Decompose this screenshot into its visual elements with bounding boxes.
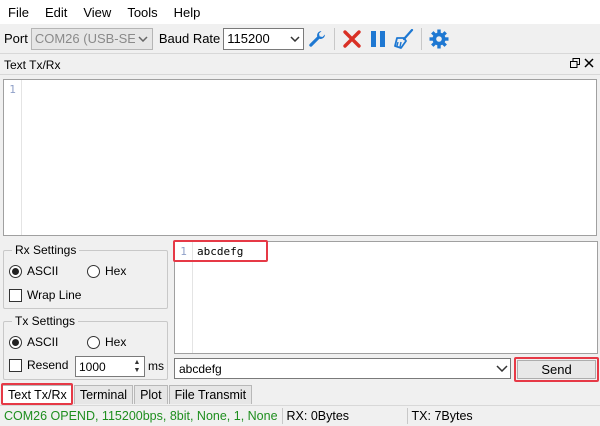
rx-settings-group: Rx Settings ASCII Hex Wrap Line <box>3 243 168 309</box>
chevron-down-icon <box>286 28 304 49</box>
status-bar: COM26 OPEND, 115200bps, 8bit, None, 1, N… <box>0 405 600 426</box>
float-panel-icon[interactable] <box>570 57 580 71</box>
baud-label: Baud Rate <box>158 31 221 46</box>
tab-highlight <box>1 383 73 405</box>
toolbar-separator <box>334 27 336 50</box>
menu-help[interactable]: Help <box>166 5 209 20</box>
menu-bar: File Edit View Tools Help <box>0 0 600 24</box>
chevron-down-icon <box>134 28 152 49</box>
toolbar: Port COM26 (USB-SERIAL Baud Rate 115200 <box>0 24 600 54</box>
checkbox-icon <box>9 358 22 372</box>
tx-ascii-label: ASCII <box>27 335 59 349</box>
close-port-button[interactable] <box>339 26 365 52</box>
wrench-icon <box>309 30 326 47</box>
checkbox-icon <box>9 288 22 302</box>
baud-select[interactable]: 115200 <box>223 27 305 50</box>
rx-ascii-label: ASCII <box>27 264 59 278</box>
rx-settings-title: Rx Settings <box>12 243 80 257</box>
resend-checkbox[interactable]: Resend <box>9 358 68 372</box>
tx-settings-title: Tx Settings <box>12 314 79 328</box>
rx-hex-radio[interactable]: Hex <box>87 264 126 278</box>
radio-unselected-icon <box>87 264 100 278</box>
chevron-down-icon <box>496 359 508 378</box>
resend-interval-value: 1000 <box>79 359 106 374</box>
rx-byte-count: RX: 0Bytes <box>286 409 350 423</box>
tx-hex-label: Hex <box>105 335 127 349</box>
tx-byte-count: TX: 7Bytes <box>411 409 473 423</box>
send-history-select[interactable]: abcdefg <box>174 358 511 379</box>
resend-interval-spinbox[interactable]: 1000 ▲ ▼ <box>75 356 145 377</box>
baud-value: 115200 <box>227 31 270 46</box>
menu-tools[interactable]: Tools <box>119 5 165 20</box>
tx-hex-radio[interactable]: Hex <box>87 335 126 349</box>
tab-file-transmit[interactable]: File Transmit <box>168 385 253 404</box>
tx-ascii-radio[interactable]: ASCII <box>9 335 58 349</box>
radio-unselected-icon <box>87 335 100 349</box>
tx-text-highlight <box>173 240 268 262</box>
wrap-line-label: Wrap Line <box>27 288 82 302</box>
port-select[interactable]: COM26 (USB-SERIAL <box>30 27 153 50</box>
broom-icon <box>394 28 414 49</box>
tab-terminal[interactable]: Terminal <box>73 385 134 404</box>
pause-button[interactable] <box>365 26 391 52</box>
menu-file[interactable]: File <box>0 5 37 20</box>
menu-edit[interactable]: Edit <box>37 5 75 20</box>
resend-label: Resend <box>27 358 69 372</box>
settings-wrench-button[interactable] <box>304 26 330 52</box>
toolbar-separator <box>421 27 423 50</box>
rx-ascii-radio[interactable]: ASCII <box>9 264 58 278</box>
clear-button[interactable] <box>391 26 417 52</box>
close-icon <box>343 29 361 48</box>
options-button[interactable] <box>426 26 452 52</box>
close-panel-icon[interactable] <box>584 57 594 71</box>
menu-view[interactable]: View <box>75 5 119 20</box>
panel-title: Text Tx/Rx <box>4 57 61 72</box>
connection-status: COM26 OPEND, 115200bps, 8bit, None, 1, N… <box>4 409 278 423</box>
tx-settings-group: Tx Settings ASCII Hex Resend 1000 ▲ ▼ ms <box>3 314 168 380</box>
radio-selected-icon <box>9 264 22 278</box>
gear-icon <box>429 29 449 48</box>
rx-hex-label: Hex <box>105 264 127 278</box>
rx-text-area[interactable]: 1 <box>3 79 597 236</box>
tab-plot[interactable]: Plot <box>134 385 168 404</box>
rx-line-number: 1 <box>4 80 22 235</box>
bottom-tabs: Text Tx/Rx Terminal Plot File Transmit <box>0 384 600 404</box>
radio-selected-icon <box>9 335 22 349</box>
send-button-highlight <box>514 357 599 382</box>
send-history-value: abcdefg <box>179 361 222 376</box>
resend-unit: ms <box>148 359 164 373</box>
panel-title-bar: Text Tx/Rx <box>0 55 600 75</box>
spin-arrows-icon[interactable]: ▲ ▼ <box>130 357 144 376</box>
pause-icon <box>371 30 386 47</box>
port-label: Port <box>4 31 28 46</box>
wrap-line-checkbox[interactable]: Wrap Line <box>9 288 81 302</box>
